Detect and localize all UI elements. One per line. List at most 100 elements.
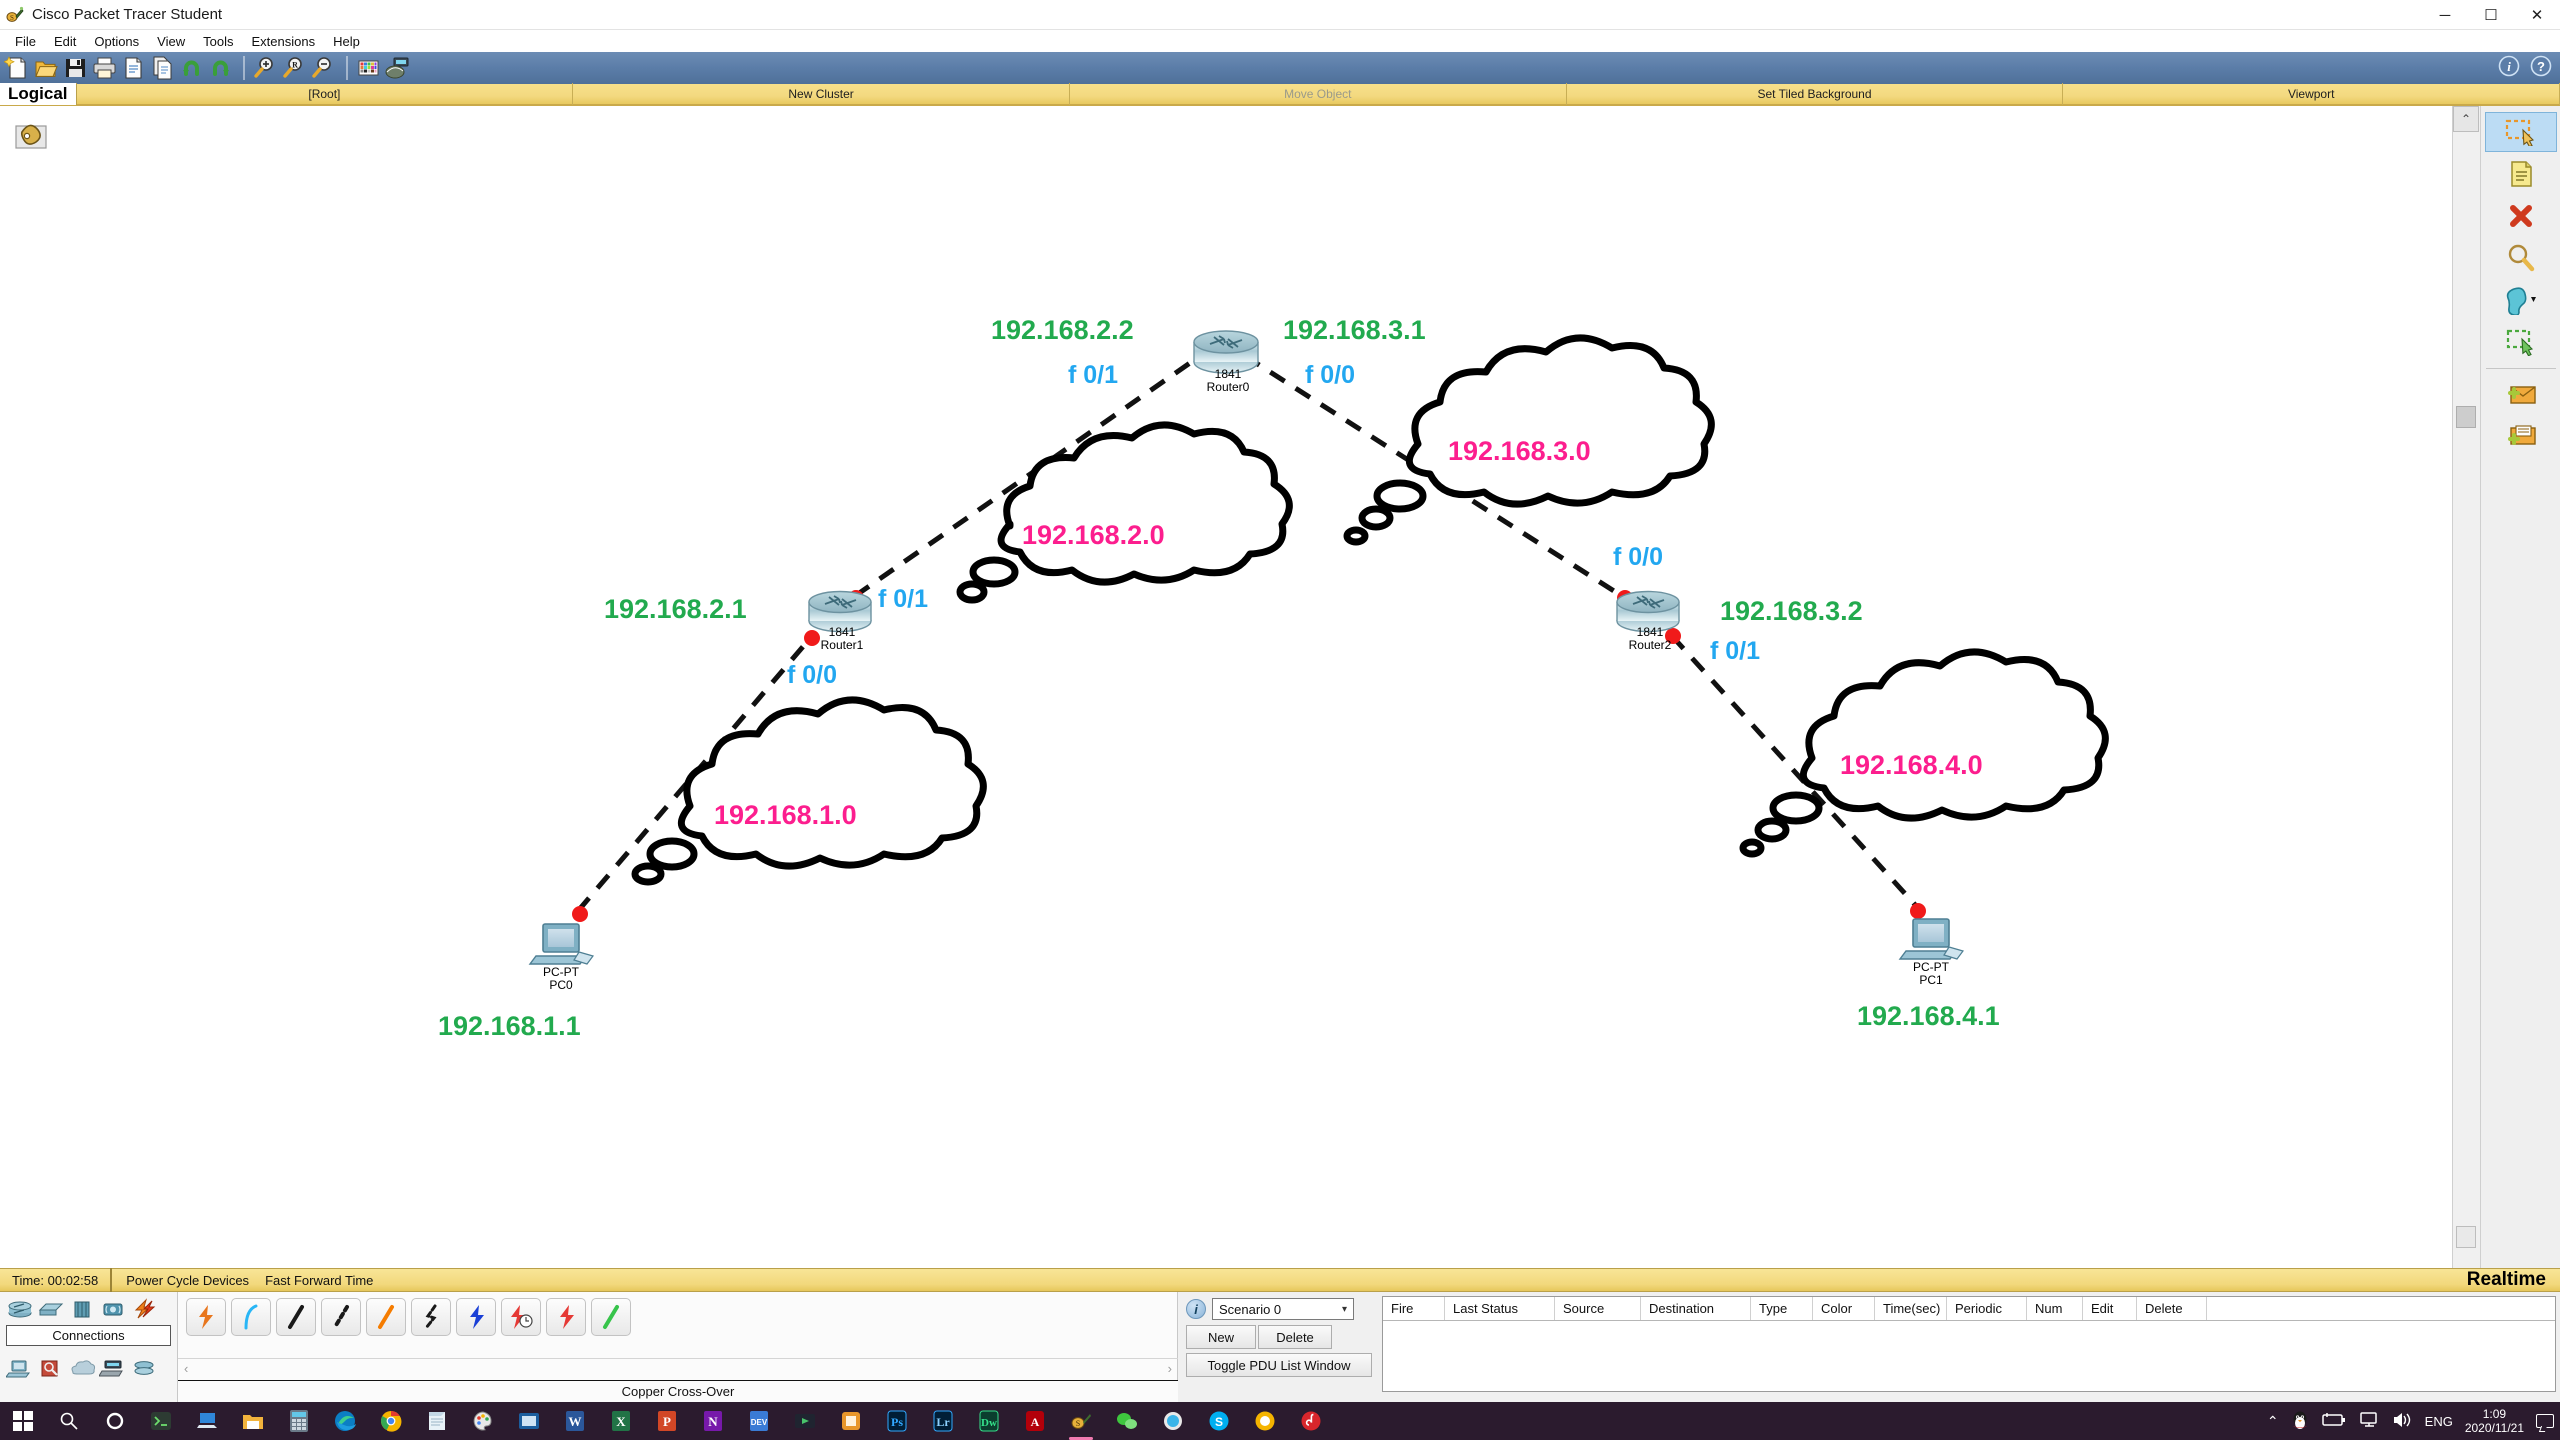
column-color[interactable]: Color: [1813, 1297, 1875, 1320]
sticky-notes-icon[interactable]: [414, 1402, 460, 1440]
octal-cable-icon[interactable]: [591, 1298, 631, 1336]
task-view-icon[interactable]: [184, 1402, 230, 1440]
photoshop-icon[interactable]: Ps: [874, 1402, 920, 1440]
info-icon[interactable]: i: [2498, 55, 2520, 82]
language-indicator[interactable]: ENG: [2425, 1414, 2453, 1429]
chrome-browser-icon[interactable]: [368, 1402, 414, 1440]
copper-straight-cable-icon[interactable]: [276, 1298, 316, 1336]
maximize-button[interactable]: ☐: [2468, 0, 2514, 30]
camtasia-icon[interactable]: [782, 1402, 828, 1440]
cable-scroll-right-arrow[interactable]: ›: [1168, 1361, 1172, 1376]
tray-clock[interactable]: 1:09 2020/11/21: [2465, 1407, 2524, 1435]
copper-crossover-cable-icon[interactable]: [321, 1298, 361, 1336]
tim-icon[interactable]: [1242, 1402, 1288, 1440]
lightroom-icon[interactable]: Lr: [920, 1402, 966, 1440]
multiuser-icon[interactable]: [130, 1357, 158, 1379]
serial-dte-cable-icon[interactable]: [546, 1298, 586, 1336]
power-cycle-devices-button[interactable]: Power Cycle Devices: [126, 1273, 249, 1288]
scroll-up-arrow[interactable]: ⌃: [2453, 106, 2479, 132]
place-note-icon[interactable]: [2485, 154, 2557, 194]
battery-icon[interactable]: [2321, 1412, 2347, 1431]
add-simple-pdu-icon[interactable]: [2485, 375, 2557, 415]
vmware-icon[interactable]: [506, 1402, 552, 1440]
fast-forward-time-button[interactable]: Fast Forward Time: [265, 1273, 373, 1288]
routers-icon[interactable]: [6, 1298, 34, 1320]
edge-browser-icon[interactable]: [322, 1402, 368, 1440]
switches-icon[interactable]: [37, 1298, 65, 1320]
cable-scroll-left-arrow[interactable]: ‹: [184, 1361, 188, 1376]
copy-icon[interactable]: [149, 54, 176, 82]
help-icon[interactable]: ?: [2530, 55, 2552, 82]
netease-music-icon[interactable]: [1288, 1402, 1334, 1440]
resize-shape-icon[interactable]: [2485, 322, 2557, 362]
viewport-button[interactable]: Viewport: [2063, 83, 2560, 105]
column-last-status[interactable]: Last Status: [1445, 1297, 1555, 1320]
workspace-vertical-scrollbar[interactable]: ⌃: [2452, 106, 2480, 1268]
wechat-icon[interactable]: [1104, 1402, 1150, 1440]
connections-icon[interactable]: [130, 1298, 158, 1320]
print-icon[interactable]: [91, 54, 118, 82]
logical-view-label[interactable]: Logical: [0, 83, 77, 105]
router0-label-group[interactable]: 1841 Router0: [1180, 368, 1276, 394]
column-type[interactable]: Type: [1751, 1297, 1813, 1320]
save-icon[interactable]: [62, 54, 89, 82]
terminal-icon[interactable]: [138, 1402, 184, 1440]
column-delete[interactable]: Delete: [2137, 1297, 2207, 1320]
select-tool-icon[interactable]: [2484, 112, 2557, 152]
palette-icon[interactable]: [355, 54, 382, 82]
pdf-reader-icon[interactable]: DEV: [736, 1402, 782, 1440]
cortana-icon[interactable]: [92, 1402, 138, 1440]
wireless-icon[interactable]: [99, 1298, 127, 1320]
automatic-cable-icon[interactable]: [186, 1298, 226, 1336]
new-scenario-button[interactable]: New: [1186, 1325, 1256, 1349]
hubs-icon[interactable]: [68, 1298, 96, 1320]
column-time-sec[interactable]: Time(sec): [1875, 1297, 1947, 1320]
scenario-info-icon[interactable]: i: [1186, 1299, 1206, 1319]
cable-palette-scroll[interactable]: ‹ ›: [178, 1358, 1178, 1378]
delete-tool-icon[interactable]: [2485, 196, 2557, 236]
phone-cable-icon[interactable]: [411, 1298, 451, 1336]
workspace-lock-widget[interactable]: [14, 114, 72, 162]
open-file-icon[interactable]: [33, 54, 60, 82]
excel-icon[interactable]: X: [598, 1402, 644, 1440]
column-destination[interactable]: Destination: [1641, 1297, 1751, 1320]
pc0-label-group[interactable]: PC-PT PC0: [513, 966, 609, 992]
acrobat-icon[interactable]: A: [1012, 1402, 1058, 1440]
skype-icon[interactable]: S: [1196, 1402, 1242, 1440]
undo-icon[interactable]: [178, 54, 205, 82]
menu-file[interactable]: File: [6, 32, 45, 51]
custom-devices-icon[interactable]: [384, 54, 411, 82]
volume-icon[interactable]: [2391, 1411, 2413, 1432]
network-icon[interactable]: [2359, 1411, 2379, 1432]
close-button[interactable]: ✕: [2514, 0, 2560, 30]
menu-extensions[interactable]: Extensions: [242, 32, 324, 51]
column-edit[interactable]: Edit: [2083, 1297, 2137, 1320]
paint-icon[interactable]: [460, 1402, 506, 1440]
powerpoint-icon[interactable]: P: [644, 1402, 690, 1440]
move-object-button[interactable]: Move Object: [1070, 83, 1567, 105]
router2-label-group[interactable]: 1841 Router2: [1602, 626, 1698, 652]
word-icon[interactable]: W: [552, 1402, 598, 1440]
add-complex-pdu-icon[interactable]: [2485, 417, 2557, 457]
cluster-root-button[interactable]: [Root]: [77, 83, 574, 105]
qq-penguin-icon[interactable]: [2291, 1410, 2309, 1433]
new-cluster-button[interactable]: New Cluster: [573, 83, 1070, 105]
minimize-button[interactable]: ─: [2422, 0, 2468, 30]
tray-chevron-icon[interactable]: ⌃: [2267, 1413, 2279, 1430]
menu-edit[interactable]: Edit: [45, 32, 85, 51]
dreamweaver-icon[interactable]: Dw: [966, 1402, 1012, 1440]
console-cable-icon[interactable]: [231, 1298, 271, 1336]
activity-wizard-icon[interactable]: [120, 54, 147, 82]
file-explorer-icon[interactable]: [230, 1402, 276, 1440]
connections-label[interactable]: Connections: [6, 1325, 171, 1346]
qq-browser-icon[interactable]: [1150, 1402, 1196, 1440]
onenote-icon[interactable]: N: [690, 1402, 736, 1440]
security-icon[interactable]: [37, 1357, 65, 1379]
column-fire[interactable]: Fire: [1383, 1297, 1445, 1320]
delete-scenario-button[interactable]: Delete: [1258, 1325, 1332, 1349]
column-source[interactable]: Source: [1555, 1297, 1641, 1320]
column-periodic[interactable]: Periodic: [1947, 1297, 2027, 1320]
new-file-icon[interactable]: [3, 54, 31, 82]
redo-icon[interactable]: [207, 54, 234, 82]
logical-workspace[interactable]: 1841 Router0 1841 Router1 1841 Router2 P…: [0, 106, 2452, 1268]
